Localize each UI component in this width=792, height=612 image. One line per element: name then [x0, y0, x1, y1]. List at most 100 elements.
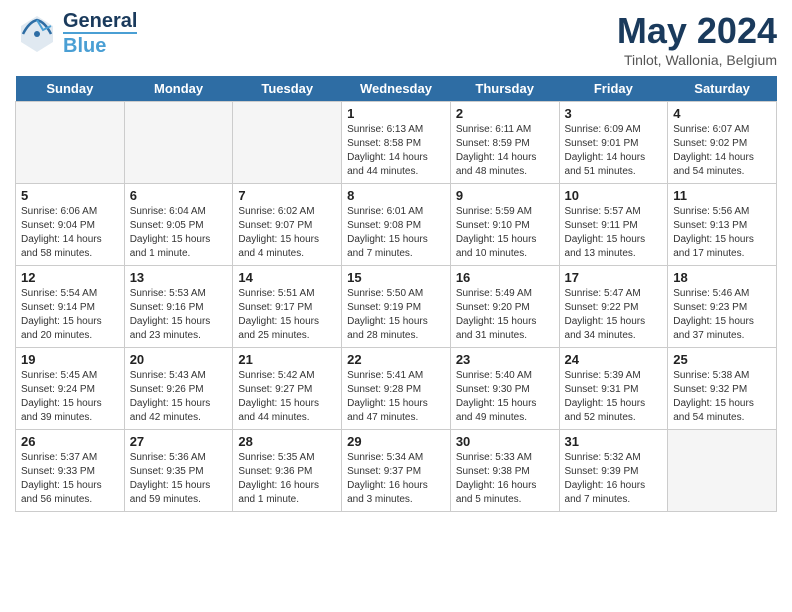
calendar-cell: 21 Sunrise: 5:42 AM Sunset: 9:27 PM Dayli… — [233, 348, 342, 430]
day-number: 18 — [673, 270, 771, 285]
calendar-cell: 8 Sunrise: 6:01 AM Sunset: 9:08 PM Daylig… — [342, 184, 451, 266]
calendar-cell: 24 Sunrise: 5:39 AM Sunset: 9:31 PM Dayli… — [559, 348, 668, 430]
day-info: Sunrise: 5:57 AM Sunset: 9:11 PM Dayligh… — [565, 205, 663, 261]
day-number: 19 — [21, 352, 119, 367]
calendar-cell: 2 Sunrise: 6:11 AM Sunset: 8:59 PM Daylig… — [450, 102, 559, 184]
header-row: Sunday Monday Tuesday Wednesday Thursday… — [16, 76, 777, 102]
day-info: Sunrise: 6:09 AM Sunset: 9:01 PM Dayligh… — [565, 123, 663, 179]
day-number: 9 — [456, 188, 554, 203]
day-number: 26 — [21, 434, 119, 449]
calendar-cell: 5 Sunrise: 6:06 AM Sunset: 9:04 PM Daylig… — [16, 184, 125, 266]
calendar-cell: 13Sunrise: 5:53 AM Sunset: 9:16 PM Dayli… — [124, 266, 233, 348]
day-number: 25 — [673, 352, 771, 367]
logo-text-line1: General — [63, 10, 137, 32]
day-number: 12 — [21, 270, 119, 285]
day-number: 8 — [347, 188, 445, 203]
day-info: Sunrise: 6:11 AM Sunset: 8:59 PM Dayligh… — [456, 123, 554, 179]
day-number: 17 — [565, 270, 663, 285]
location: Tinlot, Wallonia, Belgium — [617, 52, 777, 68]
day-number: 3 — [565, 106, 663, 121]
day-number: 5 — [21, 188, 119, 203]
calendar-cell: 4 Sunrise: 6:07 AM Sunset: 9:02 PM Daylig… — [668, 102, 777, 184]
calendar-cell: 17 Sunrise: 5:47 AM Sunset: 9:22 PM Dayli… — [559, 266, 668, 348]
calendar-cell: 20Sunrise: 5:43 AM Sunset: 9:26 PM Dayli… — [124, 348, 233, 430]
day-info: Sunrise: 5:56 AM Sunset: 9:13 PM Dayligh… — [673, 205, 771, 261]
day-number: 23 — [456, 352, 554, 367]
day-info: Sunrise: 5:45 AM Sunset: 9:24 PM Dayligh… — [21, 369, 119, 425]
day-info: Sunrise: 5:33 AM Sunset: 9:38 PM Dayligh… — [456, 451, 554, 507]
day-number: 31 — [565, 434, 663, 449]
day-info: Sunrise: 6:06 AM Sunset: 9:04 PM Dayligh… — [21, 205, 119, 261]
calendar-cell: 3 Sunrise: 6:09 AM Sunset: 9:01 PM Daylig… — [559, 102, 668, 184]
calendar-cell: 26 Sunrise: 5:37 AM Sunset: 9:33 PM Dayli… — [16, 430, 125, 512]
calendar-cell: 18Sunrise: 5:46 AM Sunset: 9:23 PM Dayli… — [668, 266, 777, 348]
calendar-cell: 15Sunrise: 5:50 AM Sunset: 9:19 PM Dayli… — [342, 266, 451, 348]
day-number: 11 — [673, 188, 771, 203]
day-info: Sunrise: 5:50 AM Sunset: 9:19 PM Dayligh… — [347, 287, 445, 343]
day-number: 28 — [238, 434, 336, 449]
calendar-cell — [668, 430, 777, 512]
calendar-cell: 19 Sunrise: 5:45 AM Sunset: 9:24 PM Dayli… — [16, 348, 125, 430]
day-number: 21 — [238, 352, 336, 367]
day-info: Sunrise: 5:37 AM Sunset: 9:33 PM Dayligh… — [21, 451, 119, 507]
calendar-cell: 22 Sunrise: 5:41 AM Sunset: 9:28 PM Dayli… — [342, 348, 451, 430]
day-info: Sunrise: 5:39 AM Sunset: 9:31 PM Dayligh… — [565, 369, 663, 425]
logo-text-line2: Blue — [63, 32, 137, 57]
calendar-cell: 31 Sunrise: 5:32 AM Sunset: 9:39 PM Dayli… — [559, 430, 668, 512]
calendar-cell: 28Sunrise: 5:35 AM Sunset: 9:36 PM Dayli… — [233, 430, 342, 512]
day-info: Sunrise: 5:41 AM Sunset: 9:28 PM Dayligh… — [347, 369, 445, 425]
calendar-cell: 29Sunrise: 5:34 AM Sunset: 9:37 PM Dayli… — [342, 430, 451, 512]
day-number: 7 — [238, 188, 336, 203]
day-number: 13 — [130, 270, 228, 285]
calendar-cell: 23 Sunrise: 5:40 AM Sunset: 9:30 PM Dayli… — [450, 348, 559, 430]
day-info: Sunrise: 6:01 AM Sunset: 9:08 PM Dayligh… — [347, 205, 445, 261]
day-number: 2 — [456, 106, 554, 121]
calendar-cell: 30 Sunrise: 5:33 AM Sunset: 9:38 PM Dayli… — [450, 430, 559, 512]
calendar-cell: 6Sunrise: 6:04 AM Sunset: 9:05 PM Daylig… — [124, 184, 233, 266]
day-number: 27 — [130, 434, 228, 449]
day-info: Sunrise: 5:40 AM Sunset: 9:30 PM Dayligh… — [456, 369, 554, 425]
calendar-cell: 1Sunrise: 6:13 AM Sunset: 8:58 PM Daylig… — [342, 102, 451, 184]
day-number: 14 — [238, 270, 336, 285]
day-number: 10 — [565, 188, 663, 203]
calendar-cell — [16, 102, 125, 184]
day-info: Sunrise: 5:42 AM Sunset: 9:27 PM Dayligh… — [238, 369, 336, 425]
day-info: Sunrise: 5:36 AM Sunset: 9:35 PM Dayligh… — [130, 451, 228, 507]
col-saturday: Saturday — [668, 76, 777, 102]
day-info: Sunrise: 6:07 AM Sunset: 9:02 PM Dayligh… — [673, 123, 771, 179]
day-info: Sunrise: 5:32 AM Sunset: 9:39 PM Dayligh… — [565, 451, 663, 507]
calendar-cell: 25 Sunrise: 5:38 AM Sunset: 9:32 PM Dayli… — [668, 348, 777, 430]
day-info: Sunrise: 5:59 AM Sunset: 9:10 PM Dayligh… — [456, 205, 554, 261]
calendar-cell: 27 Sunrise: 5:36 AM Sunset: 9:35 PM Dayli… — [124, 430, 233, 512]
calendar-cell: 10 Sunrise: 5:57 AM Sunset: 9:11 PM Dayli… — [559, 184, 668, 266]
day-info: Sunrise: 6:04 AM Sunset: 9:05 PM Dayligh… — [130, 205, 228, 261]
day-info: Sunrise: 5:43 AM Sunset: 9:26 PM Dayligh… — [130, 369, 228, 425]
day-number: 16 — [456, 270, 554, 285]
calendar-cell — [233, 102, 342, 184]
day-info: Sunrise: 5:54 AM Sunset: 9:14 PM Dayligh… — [21, 287, 119, 343]
col-monday: Monday — [124, 76, 233, 102]
calendar-cell: 9 Sunrise: 5:59 AM Sunset: 9:10 PM Daylig… — [450, 184, 559, 266]
day-info: Sunrise: 6:02 AM Sunset: 9:07 PM Dayligh… — [238, 205, 336, 261]
calendar-cell: 16 Sunrise: 5:49 AM Sunset: 9:20 PM Dayli… — [450, 266, 559, 348]
day-number: 30 — [456, 434, 554, 449]
day-info: Sunrise: 5:47 AM Sunset: 9:22 PM Dayligh… — [565, 287, 663, 343]
day-info: Sunrise: 5:51 AM Sunset: 9:17 PM Dayligh… — [238, 287, 336, 343]
day-info: Sunrise: 5:49 AM Sunset: 9:20 PM Dayligh… — [456, 287, 554, 343]
page-header: General Blue May 2024 Tinlot, Wallonia, … — [15, 10, 777, 68]
calendar-cell: 14 Sunrise: 5:51 AM Sunset: 9:17 PM Dayli… — [233, 266, 342, 348]
logo-icon — [15, 12, 59, 56]
day-number: 4 — [673, 106, 771, 121]
day-number: 1 — [347, 106, 445, 121]
day-number: 29 — [347, 434, 445, 449]
day-info: Sunrise: 5:38 AM Sunset: 9:32 PM Dayligh… — [673, 369, 771, 425]
month-title: May 2024 — [617, 10, 777, 52]
calendar-cell — [124, 102, 233, 184]
calendar-table: Sunday Monday Tuesday Wednesday Thursday… — [15, 76, 777, 512]
col-friday: Friday — [559, 76, 668, 102]
calendar-cell: 7 Sunrise: 6:02 AM Sunset: 9:07 PM Daylig… — [233, 184, 342, 266]
col-sunday: Sunday — [16, 76, 125, 102]
calendar-cell: 11 Sunrise: 5:56 AM Sunset: 9:13 PM Dayli… — [668, 184, 777, 266]
day-number: 22 — [347, 352, 445, 367]
day-number: 24 — [565, 352, 663, 367]
